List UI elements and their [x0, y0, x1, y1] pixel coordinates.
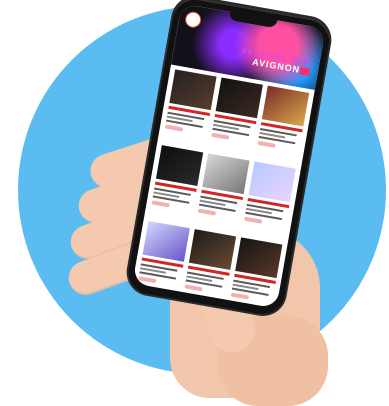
event-card[interactable]	[163, 69, 217, 147]
event-thumbnail[interactable]	[248, 161, 296, 203]
event-thumbnail[interactable]	[261, 85, 310, 127]
event-more-button[interactable]	[257, 140, 276, 148]
event-card[interactable]	[242, 161, 296, 239]
event-thumbnail[interactable]	[188, 229, 237, 270]
event-more-button[interactable]	[138, 276, 157, 284]
event-thumbnail[interactable]	[215, 77, 263, 119]
festival-logo-icon	[183, 10, 203, 29]
event-thumbnail[interactable]	[142, 221, 190, 262]
event-more-button[interactable]	[184, 284, 203, 292]
hero-badge	[299, 67, 311, 76]
event-thumbnail[interactable]	[202, 153, 250, 195]
event-card[interactable]	[229, 237, 283, 308]
event-more-button[interactable]	[211, 132, 230, 140]
event-thumbnail[interactable]	[235, 237, 283, 279]
event-card[interactable]	[209, 77, 263, 156]
event-more-button[interactable]	[197, 208, 217, 216]
event-card[interactable]	[196, 153, 250, 231]
event-thumbnail[interactable]	[155, 145, 204, 186]
event-more-button[interactable]	[151, 200, 170, 208]
event-card[interactable]	[255, 85, 310, 164]
event-more-button[interactable]	[230, 292, 250, 300]
event-more-button[interactable]	[164, 124, 184, 132]
event-more-button[interactable]	[244, 216, 263, 224]
event-card[interactable]	[149, 145, 204, 223]
event-thumbnail[interactable]	[169, 69, 217, 111]
scene: FESTIVAL OFF AVIGNON	[0, 0, 389, 406]
